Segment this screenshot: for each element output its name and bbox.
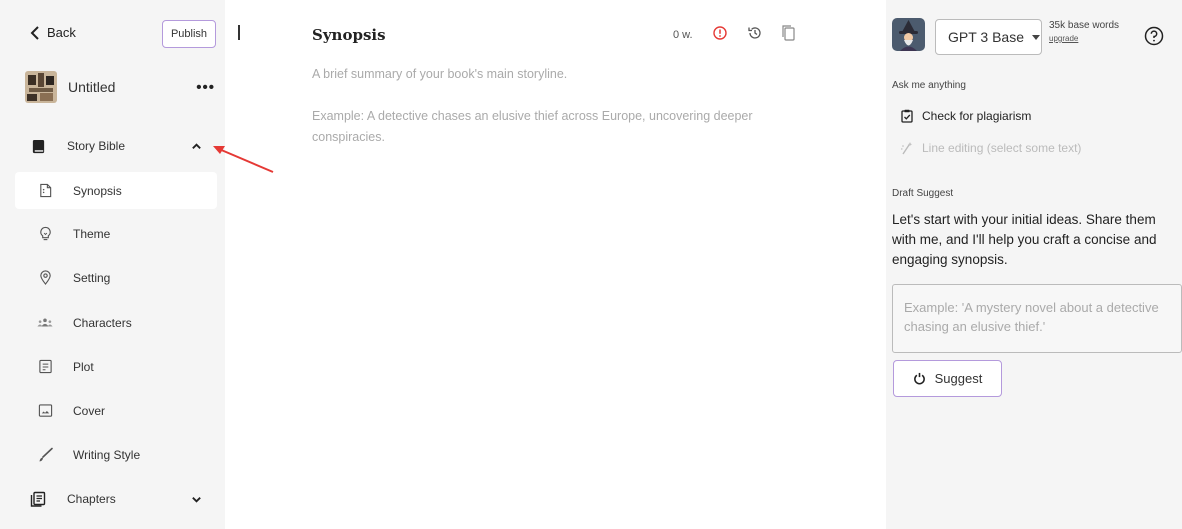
upgrade-link[interactable]: upgrade bbox=[1049, 33, 1119, 45]
sidebar-item-label: Setting bbox=[73, 270, 111, 285]
chevron-up-icon bbox=[190, 140, 202, 152]
sidebar-item-plot[interactable]: Plot bbox=[15, 348, 217, 385]
ask-section-label: Ask me anything bbox=[892, 80, 966, 91]
brush-icon bbox=[37, 447, 53, 463]
synopsis-icon bbox=[37, 183, 53, 199]
line-editing-label: Line editing (select some text) bbox=[922, 141, 1082, 155]
back-label: Back bbox=[47, 25, 76, 40]
power-icon bbox=[913, 372, 925, 385]
sidebar-item-writing-style[interactable]: Writing Style bbox=[15, 436, 217, 473]
words-balance: 35k base words upgrade bbox=[1049, 20, 1119, 45]
chevron-left-icon bbox=[30, 25, 39, 40]
check-plagiarism-button[interactable]: Check for plagiarism bbox=[900, 109, 1031, 123]
more-options-button[interactable]: ••• bbox=[196, 80, 215, 95]
story-bible-label: Story Bible bbox=[67, 139, 126, 153]
wizard-avatar bbox=[892, 18, 925, 51]
chevron-down-icon bbox=[190, 493, 202, 505]
sidebar-item-cover[interactable]: Cover bbox=[15, 392, 217, 429]
plagiarism-label: Check for plagiarism bbox=[922, 109, 1032, 123]
history-icon[interactable] bbox=[747, 25, 763, 41]
text-cursor bbox=[238, 25, 240, 40]
clipboard-check-icon bbox=[901, 109, 913, 123]
sidebar-item-label: Plot bbox=[73, 359, 94, 374]
sidebar-item-label: Theme bbox=[73, 226, 111, 241]
book-title[interactable]: Untitled bbox=[68, 79, 196, 95]
sidebar-item-characters[interactable]: Characters bbox=[15, 304, 217, 341]
word-count: 0 w. bbox=[673, 29, 693, 41]
sidebar-item-label: Writing Style bbox=[73, 447, 141, 462]
page-title: Synopsis bbox=[312, 26, 386, 44]
suggest-button[interactable]: Suggest bbox=[893, 360, 1002, 397]
chapters-icon bbox=[30, 491, 46, 507]
model-select[interactable]: GPT 3 Base bbox=[935, 19, 1042, 55]
line-editing-button[interactable]: Line editing (select some text) bbox=[900, 141, 1081, 155]
plot-icon bbox=[37, 359, 53, 375]
caret-down-icon bbox=[1032, 34, 1041, 40]
synopsis-description: A brief summary of your book's main stor… bbox=[312, 67, 568, 81]
draft-intro-text: Let's start with your initial ideas. Sha… bbox=[892, 212, 1157, 267]
draft-section-label: Draft Suggest bbox=[892, 188, 954, 199]
suggest-label: Suggest bbox=[934, 371, 983, 386]
sidebar-item-label: Synopsis bbox=[73, 183, 122, 198]
synopsis-example: Example: A detective chases an elusive t… bbox=[312, 109, 753, 144]
sidebar-item-label: Cover bbox=[73, 403, 106, 418]
magic-wand-icon bbox=[901, 142, 913, 155]
sidebar-item-label: Characters bbox=[73, 315, 132, 330]
book-icon bbox=[30, 138, 46, 154]
left-sidebar: Back Publish Untitled ••• Story Bible Sy… bbox=[0, 0, 225, 529]
sidebar-item-setting[interactable]: Setting bbox=[15, 259, 217, 296]
location-pin-icon bbox=[37, 270, 53, 286]
lightbulb-icon bbox=[37, 226, 53, 242]
copy-icon[interactable] bbox=[780, 25, 796, 41]
book-header: Untitled ••• bbox=[25, 71, 215, 103]
base-words-count: 35k base words bbox=[1049, 20, 1120, 31]
model-select-value: GPT 3 Base bbox=[948, 29, 1025, 45]
idea-input[interactable] bbox=[892, 284, 1182, 353]
sidebar-item-synopsis[interactable]: Synopsis bbox=[15, 172, 217, 209]
chapters-toggle[interactable]: Chapters bbox=[30, 484, 210, 514]
alert-icon[interactable] bbox=[712, 25, 728, 41]
image-icon bbox=[37, 403, 53, 419]
people-icon bbox=[37, 315, 53, 331]
annotation-arrow bbox=[213, 146, 274, 173]
publish-button[interactable]: Publish bbox=[162, 20, 216, 48]
story-bible-toggle[interactable]: Story Bible bbox=[30, 131, 210, 161]
book-cover-thumbnail[interactable] bbox=[25, 71, 57, 103]
back-button[interactable]: Back bbox=[30, 25, 76, 40]
ai-assistant-panel: GPT 3 Base 35k base words upgrade Ask me… bbox=[886, 0, 1182, 529]
help-icon[interactable] bbox=[1144, 26, 1164, 46]
chapters-label: Chapters bbox=[67, 492, 116, 506]
sidebar-item-theme[interactable]: Theme bbox=[15, 215, 217, 252]
